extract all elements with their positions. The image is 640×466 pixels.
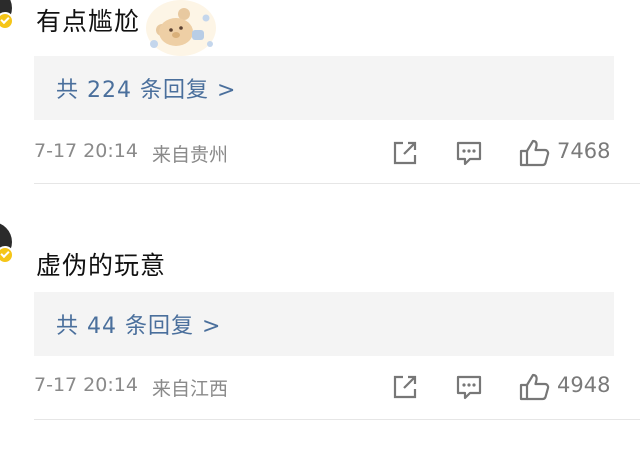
comment-item: 有点尴尬 共 224 条回复 > 7-17 20:14 来自贵州 7468 <box>0 0 640 184</box>
verified-badge-icon <box>0 246 14 264</box>
share-button[interactable] <box>390 372 420 402</box>
comment-time: 7-17 20:14 <box>34 140 138 162</box>
avatar[interactable] <box>0 0 14 30</box>
like-count: 7468 <box>557 139 611 163</box>
share-icon <box>393 141 417 165</box>
like-button[interactable] <box>518 372 550 402</box>
like-button[interactable] <box>518 138 550 168</box>
comment-text: 有点尴尬 <box>36 7 141 36</box>
comment-icon <box>456 141 482 166</box>
thumbs-up-icon <box>519 373 550 401</box>
avatar[interactable] <box>0 222 14 264</box>
like-count: 4948 <box>557 373 611 397</box>
thumbs-up-icon <box>519 139 550 167</box>
comment-location: 来自贵州 <box>152 144 229 166</box>
bear-sticker <box>146 0 216 56</box>
comment-text: 虚伪的玩意 <box>36 251 167 280</box>
comment-icon <box>456 375 482 400</box>
verified-badge-icon <box>0 12 14 30</box>
comment-meta: 7-17 20:14 来自江西 4948 <box>34 372 614 402</box>
comment-location: 来自江西 <box>152 378 229 400</box>
reply-box[interactable]: 共 224 条回复 > <box>34 56 614 120</box>
view-replies-link[interactable]: 共 224 条回复 > <box>56 72 236 104</box>
share-button[interactable] <box>390 138 420 168</box>
share-icon <box>393 375 417 399</box>
comment-item: 虚伪的玩意 共 44 条回复 > 7-17 20:14 来自江西 4948 <box>0 184 640 420</box>
divider <box>34 419 640 420</box>
comment-button[interactable] <box>454 138 484 168</box>
comment-meta: 7-17 20:14 来自贵州 7468 <box>34 138 614 168</box>
comment-button[interactable] <box>454 372 484 402</box>
reply-box[interactable]: 共 44 条回复 > <box>34 292 614 356</box>
comment-time: 7-17 20:14 <box>34 374 138 396</box>
view-replies-link[interactable]: 共 44 条回复 > <box>56 308 221 340</box>
